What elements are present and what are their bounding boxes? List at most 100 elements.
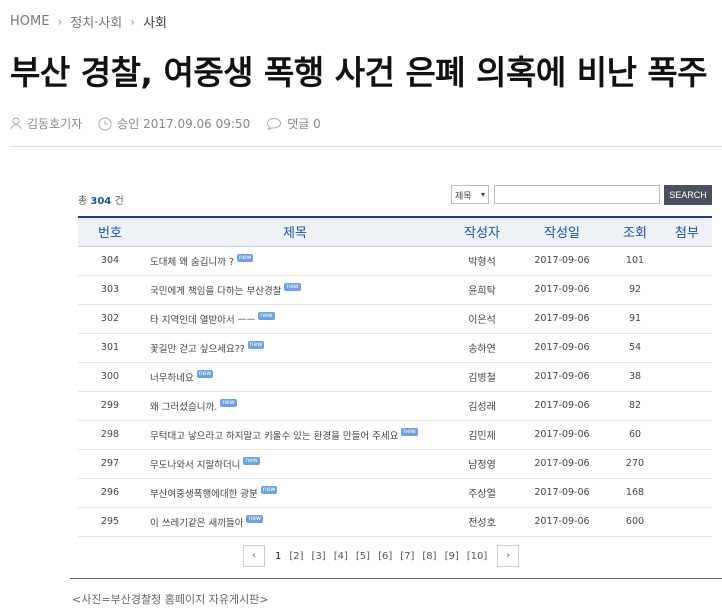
row-number: 301 bbox=[78, 333, 142, 363]
row-title[interactable]: 이 쓰레기같은 새끼들아 bbox=[150, 518, 243, 529]
page-10[interactable]: [10] bbox=[467, 551, 488, 562]
row-number: 296 bbox=[78, 478, 142, 508]
row-title[interactable]: 국민에게 책임을 다하는 부산경찰 bbox=[150, 286, 281, 297]
pagination: ‹ 1 [2] [3] [4] [5] [6] [7] [8] [9] [10]… bbox=[243, 545, 520, 567]
row-title-cell[interactable]: 무턱대고 낳으라고 하지말고 키울수 있는 환경을 만들어 주세요 new bbox=[142, 420, 448, 450]
page-4[interactable]: [4] bbox=[334, 551, 348, 562]
row-date: 2017-09-06 bbox=[516, 304, 608, 334]
row-title-cell[interactable]: 이 쓰레기같은 새끼들아 new bbox=[142, 507, 448, 537]
total-suffix: 건 bbox=[114, 196, 124, 207]
page-2[interactable]: [2] bbox=[289, 551, 303, 562]
col-attach: 첨부 bbox=[662, 218, 712, 247]
table-row[interactable]: 297 무도나와서 지랄하더니 new 남정영 2017-09-06 270 bbox=[78, 449, 712, 479]
new-badge: new bbox=[284, 282, 301, 291]
row-title[interactable]: 타 지역인데 열받아서 ㅡㅡ bbox=[150, 315, 255, 326]
table-row[interactable]: 298 무턱대고 낳으라고 하지말고 키울수 있는 환경을 만들어 주세요 new… bbox=[78, 420, 712, 450]
row-title[interactable]: 무턱대고 낳으라고 하지말고 키울수 있는 환경을 만들어 주세요 bbox=[150, 431, 398, 442]
row-title[interactable]: 무도나와서 지랄하더니 bbox=[150, 460, 240, 471]
search-field-value: 제목 bbox=[455, 192, 472, 202]
row-title[interactable]: 꽃길만 걷고 싶으세요?? bbox=[150, 344, 245, 355]
row-title-cell[interactable]: 국민에게 책임을 다하는 부산경찰 new bbox=[142, 275, 448, 305]
row-views: 168 bbox=[608, 478, 662, 508]
table-row[interactable]: 303 국민에게 책임을 다하는 부산경찰 new 윤희탁 2017-09-06 … bbox=[78, 275, 712, 305]
row-author: 전성호 bbox=[448, 507, 516, 537]
row-title-cell[interactable]: 왜 그러셨습니까. new bbox=[142, 391, 448, 421]
page-6[interactable]: [6] bbox=[378, 551, 392, 562]
prev-page-button[interactable]: ‹ bbox=[243, 545, 265, 567]
author-info: 김동호기자 bbox=[10, 115, 82, 132]
row-title-cell[interactable]: 무도나와서 지랄하더니 new bbox=[142, 449, 448, 479]
page-5[interactable]: [5] bbox=[356, 551, 370, 562]
page-8[interactable]: [8] bbox=[422, 551, 436, 562]
approved-datetime: 승인 2017.09.06 09:50 bbox=[117, 117, 251, 131]
row-title[interactable]: 도대체 왜 숨깁니까 ? bbox=[150, 257, 234, 268]
post-table: 번호 제목 작성자 작성일 조회 첨부 304 도대체 왜 숨깁니까 ? new … bbox=[78, 216, 712, 537]
row-author: 주상열 bbox=[448, 478, 516, 508]
row-date: 2017-09-06 bbox=[516, 478, 608, 508]
breadcrumb-current[interactable]: 사회 bbox=[143, 12, 167, 31]
table-row[interactable]: 300 너무하네요 new 김병철 2017-09-06 38 bbox=[78, 362, 712, 392]
dropdown-arrow-icon: ▾ bbox=[480, 190, 485, 199]
row-views: 60 bbox=[608, 420, 662, 450]
approved-info: 승인 2017.09.06 09:50 bbox=[98, 115, 250, 132]
row-author: 송하연 bbox=[448, 333, 516, 363]
page-9[interactable]: [9] bbox=[445, 551, 459, 562]
row-number: 303 bbox=[78, 275, 142, 305]
row-title-cell[interactable]: 너무하네요 new bbox=[142, 362, 448, 392]
row-number: 300 bbox=[78, 362, 142, 392]
breadcrumb-section[interactable]: 정치·사회 bbox=[70, 12, 122, 31]
row-attach bbox=[662, 304, 712, 334]
search-button[interactable]: SEARCH bbox=[664, 185, 712, 205]
table-row[interactable]: 299 왜 그러셨습니까. new 김성래 2017-09-06 82 bbox=[78, 391, 712, 421]
row-title-cell[interactable]: 타 지역인데 열받아서 ㅡㅡ new bbox=[142, 304, 448, 334]
row-date: 2017-09-06 bbox=[516, 333, 608, 363]
row-attach bbox=[662, 246, 712, 276]
next-page-button[interactable]: › bbox=[497, 545, 520, 567]
comments-link[interactable]: 댓글 0 bbox=[266, 115, 321, 132]
total-count: 총 304 건 bbox=[78, 192, 124, 207]
row-author: 이은석 bbox=[448, 304, 516, 334]
row-views: 600 bbox=[608, 507, 662, 537]
total-prefix: 총 bbox=[78, 196, 88, 207]
table-row[interactable]: 296 부산여중생폭행에대한 광분 new 주상열 2017-09-06 168 bbox=[78, 478, 712, 508]
search-field-select[interactable]: 제목 ▾ bbox=[451, 185, 489, 204]
search-input[interactable] bbox=[494, 185, 660, 204]
row-author: 박형석 bbox=[448, 246, 516, 276]
table-row[interactable]: 301 꽃길만 걷고 싶으세요?? new 송하연 2017-09-06 54 bbox=[78, 333, 712, 363]
breadcrumb: HOME › 정치·사회 › 사회 bbox=[10, 12, 167, 31]
row-title[interactable]: 너무하네요 bbox=[150, 373, 194, 384]
col-author: 작성자 bbox=[448, 218, 516, 247]
row-author: 윤희탁 bbox=[448, 275, 516, 305]
page-7[interactable]: [7] bbox=[400, 551, 414, 562]
row-attach bbox=[662, 333, 712, 363]
row-title[interactable]: 왜 그러셨습니까. bbox=[150, 402, 217, 413]
row-views: 101 bbox=[608, 246, 662, 276]
row-title-cell[interactable]: 도대체 왜 숨깁니까 ? new bbox=[142, 246, 448, 276]
table-row[interactable]: 304 도대체 왜 숨깁니까 ? new 박형석 2017-09-06 101 bbox=[78, 246, 712, 276]
table-row[interactable]: 302 타 지역인데 열받아서 ㅡㅡ new 이은석 2017-09-06 91 bbox=[78, 304, 712, 334]
divider bbox=[10, 146, 722, 147]
article-headline: 부산 경찰, 여중생 폭행 사건 은폐 의혹에 비난 폭주 bbox=[10, 53, 708, 92]
clock-icon bbox=[98, 117, 112, 130]
row-title[interactable]: 부산여중생폭행에대한 광분 bbox=[150, 489, 258, 500]
row-title-cell[interactable]: 부산여중생폭행에대한 광분 new bbox=[142, 478, 448, 508]
row-attach bbox=[662, 507, 712, 537]
row-views: 92 bbox=[608, 275, 662, 305]
row-title-cell[interactable]: 꽃길만 걷고 싶으세요?? new bbox=[142, 333, 448, 363]
image-caption: <사진=부산경찰청 홈페이지 자유게시판> bbox=[72, 593, 269, 606]
new-badge: new bbox=[196, 369, 214, 378]
caption-divider bbox=[70, 578, 722, 579]
page-3[interactable]: [3] bbox=[312, 551, 326, 562]
row-number: 304 bbox=[78, 246, 142, 276]
new-badge: new bbox=[401, 427, 418, 436]
chevron-right-icon: › bbox=[57, 14, 63, 29]
table-row[interactable]: 295 이 쓰레기같은 새끼들아 new 전성호 2017-09-06 600 bbox=[78, 507, 712, 537]
user-icon bbox=[10, 117, 22, 130]
row-author: 남정영 bbox=[448, 449, 516, 479]
breadcrumb-home[interactable]: HOME bbox=[10, 14, 49, 29]
board-screenshot: 총 304 건 제목 ▾ SEARCH 번호 제목 작성자 작성일 조회 첨부 bbox=[78, 182, 712, 537]
col-title: 제목 bbox=[142, 218, 448, 247]
page-1[interactable]: 1 bbox=[275, 551, 281, 562]
row-number: 297 bbox=[78, 449, 142, 479]
new-badge: new bbox=[246, 514, 263, 523]
